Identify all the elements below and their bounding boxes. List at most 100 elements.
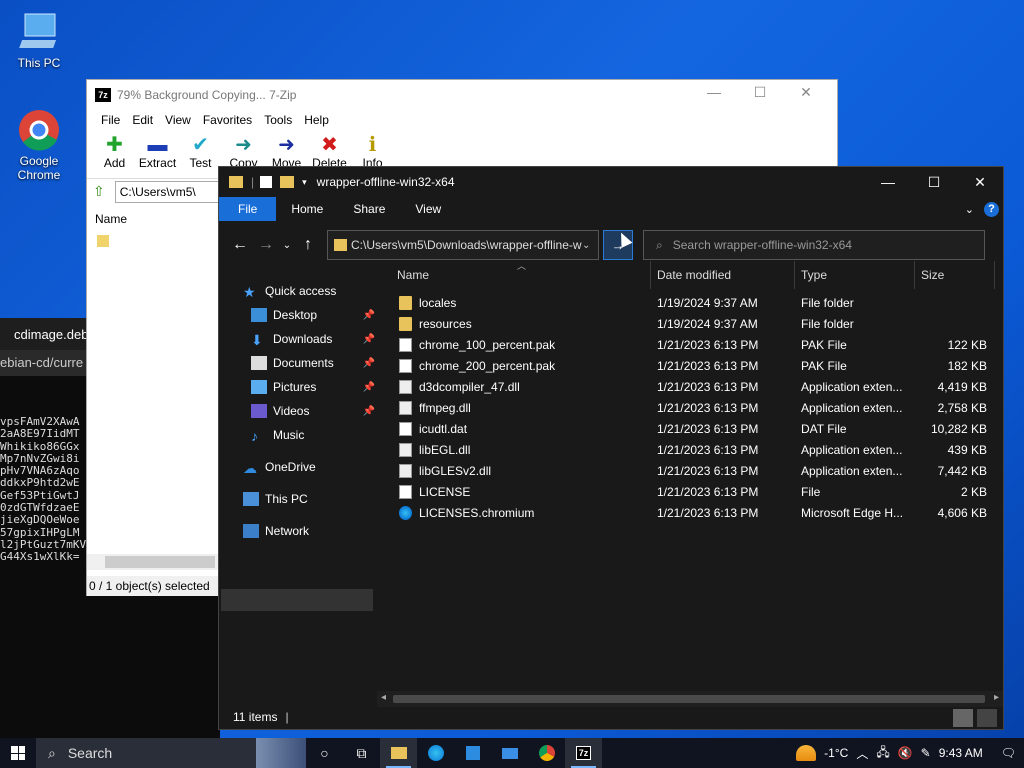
task-view-icon[interactable]: ⧉ [343, 738, 380, 768]
add-button[interactable]: ✚ Add [93, 130, 136, 178]
store-taskbar-icon[interactable] [454, 738, 491, 768]
forward-button[interactable]: → [253, 236, 279, 254]
properties-icon[interactable] [260, 176, 273, 188]
7zip-status: 0 / 1 object(s) selected [87, 576, 227, 596]
menu-help[interactable]: Help [298, 110, 335, 130]
file-date: 1/21/2023 6:13 PM [657, 485, 759, 499]
file-row[interactable]: chrome_200_percent.pak 1/21/2023 6:13 PM P… [377, 356, 997, 377]
notifications-icon[interactable]: 🗨 [1001, 746, 1016, 760]
close-icon[interactable]: ✕ [783, 84, 829, 101]
file-type: Microsoft Edge H... [801, 506, 904, 520]
nav-item-network[interactable]: Network [243, 521, 309, 541]
7zip-scrollbar[interactable] [87, 554, 222, 570]
help-icon[interactable]: ? [984, 201, 999, 217]
minimize-icon[interactable]: — [865, 167, 911, 197]
file-row[interactable]: ffmpeg.dll 1/21/2023 6:13 PM Application e… [377, 398, 997, 419]
nav-item-downloads[interactable]: ⬇ Downloads 📌 [251, 329, 375, 349]
column-header-size[interactable]: Size [915, 261, 995, 289]
menu-edit[interactable]: Edit [126, 110, 159, 130]
weather-icon[interactable] [796, 745, 817, 761]
file-row[interactable]: libEGL.dll 1/21/2023 6:13 PM Application e… [377, 440, 997, 461]
edge-html-icon [399, 506, 412, 520]
file-row[interactable]: chrome_100_percent.pak 1/21/2023 6:13 PM P… [377, 335, 997, 356]
recent-locations-button[interactable]: ⌄ [279, 240, 295, 251]
nav-item-quick-access[interactable]: ★ Quick access [243, 281, 336, 301]
7zip-taskbar-icon[interactable]: 7z [565, 738, 602, 768]
desktop-icon-google-chrome[interactable]: Google Chrome [9, 108, 69, 182]
file-row[interactable]: resources 1/19/2024 9:37 AM File folder [377, 314, 997, 335]
menu-file[interactable]: File [95, 110, 126, 130]
nav-item-videos[interactable]: Videos 📌 [251, 401, 375, 421]
column-header-date[interactable]: Date modified [651, 261, 795, 289]
file-type: DAT File [801, 422, 847, 436]
column-header-name[interactable]: Name [377, 261, 651, 289]
folder-up-icon[interactable]: ⇧ [93, 183, 105, 200]
pen-icon[interactable]: ✎ [921, 746, 931, 760]
tab-view[interactable]: View [400, 197, 456, 221]
edge-taskbar-icon[interactable] [417, 738, 454, 768]
chevron-down-icon[interactable]: ⌄ [582, 240, 598, 251]
7zip-name-column[interactable]: Name [95, 212, 127, 226]
search-box[interactable]: ⌕ Search wrapper-offline-win32-x64 [643, 230, 985, 260]
tab-home[interactable]: Home [276, 197, 338, 221]
nav-item-onedrive[interactable]: ☁ OneDrive [243, 457, 316, 477]
menu-tools[interactable]: Tools [258, 110, 298, 130]
minimize-icon[interactable]: — [691, 84, 737, 101]
taskbar-search[interactable]: ⌕ Search [36, 738, 306, 768]
search-input[interactable]: Search wrapper-offline-win32-x64 [673, 238, 852, 252]
up-button[interactable]: ↑ [295, 236, 321, 254]
file-row[interactable]: libGLESv2.dll 1/21/2023 6:13 PM Applicatio… [377, 461, 997, 482]
scroll-left-icon[interactable]: ◂ [381, 692, 386, 703]
chevron-down-icon[interactable]: ⌄ [965, 203, 974, 216]
nav-item-documents[interactable]: Documents 📌 [251, 353, 375, 373]
address-bar[interactable]: C:\Users\vm5\Downloads\wrapper-offline-w… [327, 230, 599, 260]
scroll-right-icon[interactable]: ▸ [994, 692, 999, 703]
nav-item-pictures[interactable]: Pictures 📌 [251, 377, 375, 397]
file-row[interactable]: d3dcompiler_47.dll 1/21/2023 6:13 PM Appli… [377, 377, 997, 398]
nav-item-this-pc[interactable]: This PC [243, 489, 308, 509]
temperature[interactable]: -1°C [824, 746, 848, 760]
file-row[interactable]: icudtl.dat 1/21/2023 6:13 PM DAT File 10,28… [377, 419, 997, 440]
clock[interactable]: 9:43 AM [939, 746, 983, 760]
pin-icon[interactable]: 📌 [363, 358, 375, 369]
file-row[interactable]: LICENSES.chromium 1/21/2023 6:13 PM Micros… [377, 503, 997, 524]
7zip-path-input[interactable]: C:\Users\vm5\ [114, 180, 235, 203]
mail-taskbar-icon[interactable] [491, 738, 528, 768]
chrome-taskbar-icon[interactable] [528, 738, 565, 768]
new-folder-icon[interactable] [280, 176, 295, 188]
network-icon[interactable]: 🖧 [876, 743, 889, 764]
pin-icon[interactable]: 📌 [363, 334, 375, 345]
file-row[interactable]: locales 1/19/2024 9:37 AM File folder [377, 293, 997, 314]
taskbar-search-input[interactable]: Search [68, 745, 112, 761]
explorer-window[interactable]: | ▾ wrapper-offline-win32-x64 — ☐ ✕ File… [218, 166, 1004, 730]
cortana-icon[interactable]: ○ [306, 738, 343, 768]
close-icon[interactable]: ✕ [957, 167, 1003, 197]
details-view-icon[interactable] [953, 709, 973, 727]
menu-favorites[interactable]: Favorites [197, 110, 258, 130]
tab-share[interactable]: Share [338, 197, 400, 221]
pin-icon[interactable]: 📌 [363, 406, 375, 417]
column-header-type[interactable]: Type [795, 261, 915, 289]
large-icons-view-icon[interactable] [977, 709, 997, 727]
extract-button[interactable]: ▬ Extract [136, 130, 179, 178]
pin-icon[interactable]: 📌 [363, 310, 375, 321]
address-input[interactable]: C:\Users\vm5\Downloads\wrapper-offline-w… [351, 238, 582, 252]
file-size: 2 KB [960, 485, 987, 499]
nav-item-music[interactable]: ♪ Music [251, 425, 304, 445]
menu-view[interactable]: View [159, 110, 197, 130]
volume-muted-icon[interactable]: 🔇 [898, 746, 913, 760]
start-button[interactable] [0, 738, 36, 768]
chevron-up-icon[interactable]: ︿ [856, 745, 868, 762]
test-button[interactable]: ✔ Test [179, 130, 222, 178]
back-button[interactable]: ← [227, 236, 253, 254]
nav-item-desktop[interactable]: Desktop 📌 [251, 305, 375, 325]
desktop-icon-this-pc[interactable]: This PC [9, 10, 69, 70]
file-explorer-taskbar-icon[interactable] [380, 738, 417, 768]
tab-file[interactable]: File [219, 197, 277, 221]
chevron-down-icon[interactable]: ▾ [302, 177, 307, 188]
maximize-icon[interactable]: ☐ [911, 167, 957, 197]
desktop-icon [251, 308, 267, 322]
maximize-icon[interactable]: ☐ [737, 84, 783, 101]
file-row[interactable]: LICENSE 1/21/2023 6:13 PM File 2 KB [377, 482, 997, 503]
pin-icon[interactable]: 📌 [363, 382, 375, 393]
